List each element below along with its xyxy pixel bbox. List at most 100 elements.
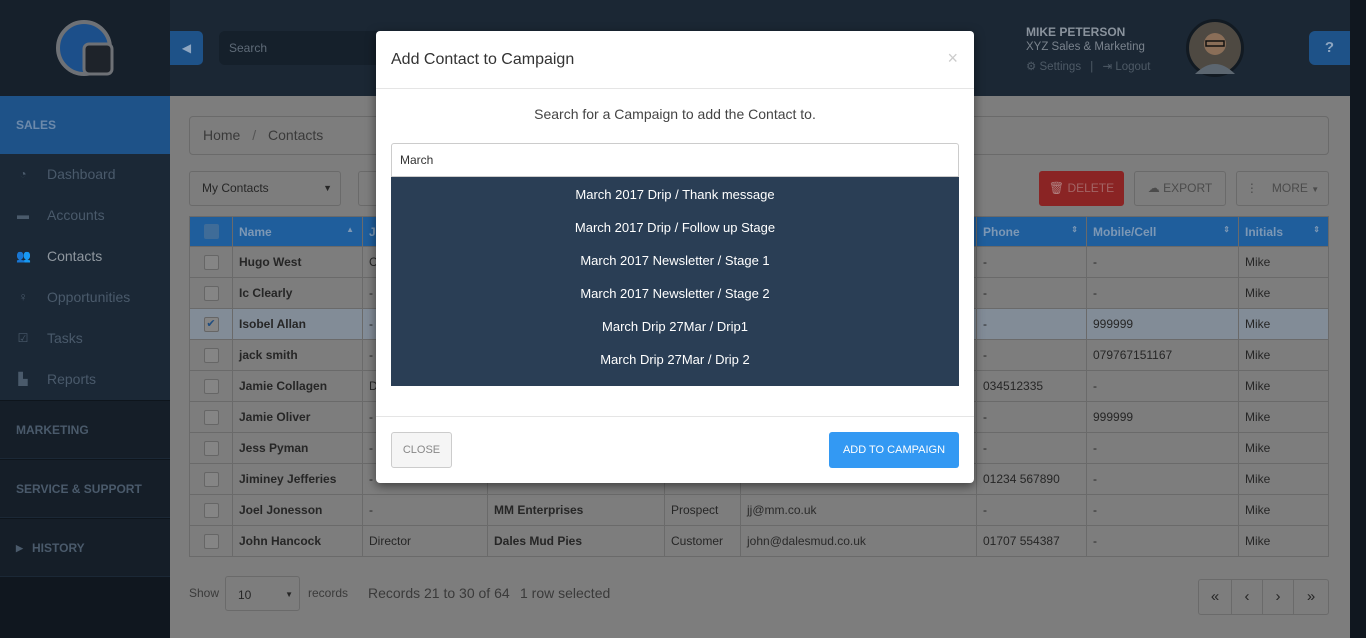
cell-text: Mike bbox=[1245, 379, 1271, 393]
sidebar-item-label: Contacts bbox=[47, 248, 103, 264]
breadcrumb-home[interactable]: Home bbox=[203, 127, 240, 143]
sidebar-item-label: Tasks bbox=[47, 330, 83, 346]
table-row[interactable]: Joel Jonesson - MM Enterprises Prospect jj@m… bbox=[189, 494, 1329, 526]
sidebar-item-accounts[interactable]: ▬ Accounts bbox=[0, 195, 170, 236]
first-page-button[interactable]: « bbox=[1199, 580, 1232, 614]
search-input[interactable]: Search bbox=[219, 31, 389, 65]
sort-icon: ⇕ bbox=[1223, 224, 1230, 234]
row-checkbox[interactable]: ✔ bbox=[203, 316, 219, 332]
select-all-checkbox[interactable] bbox=[189, 216, 233, 247]
column-header[interactable]: Name ▲ bbox=[232, 216, 363, 247]
campaign-option[interactable]: March 2017 Drip / Follow up Stage bbox=[391, 211, 959, 244]
row-checkbox[interactable] bbox=[203, 285, 219, 301]
more-button[interactable]: ⋮ MORE ▼ bbox=[1236, 171, 1329, 206]
sidebar-item-contacts[interactable]: 👥 Contacts bbox=[0, 236, 170, 277]
row-checkbox[interactable] bbox=[203, 440, 219, 456]
records-label: records bbox=[308, 586, 349, 600]
sidebar: SALES ◔ Dashboard ▬ Accounts 👥 Contacts ♀ Oppor… bbox=[0, 0, 170, 638]
selection-count: 1 row selected bbox=[520, 585, 611, 601]
table-row[interactable]: John Hancock Director Dales Mud Pies Custom… bbox=[189, 525, 1329, 557]
reports-icon: ▙ bbox=[18, 372, 28, 386]
campaign-option[interactable]: March 2017 Drip / Thank message bbox=[391, 178, 959, 211]
cell-text: Mike bbox=[1245, 410, 1271, 424]
records-range: Records 21 to 30 of 64 bbox=[368, 585, 510, 601]
cell-text: 01707 554387 bbox=[983, 534, 1060, 548]
email-link[interactable]: john@dalesmud.co.uk bbox=[747, 534, 866, 548]
add-to-campaign-modal: Add Contact to Campaign × Search for a C… bbox=[376, 31, 974, 483]
sidebar-section-sales[interactable]: SALES bbox=[0, 96, 170, 154]
cell-text: 034512335 bbox=[983, 379, 1044, 393]
campaign-option[interactable]: March Drip 27Mar / Drip1 bbox=[391, 310, 959, 343]
sidebar-item-dashboard[interactable]: ◔ Dashboard bbox=[0, 154, 170, 195]
collapse-sidebar-button[interactable]: ◀ bbox=[170, 31, 203, 65]
cell-text: - bbox=[1093, 286, 1097, 300]
campaign-option[interactable]: March Drip 27Mar / Drip 2 bbox=[391, 343, 959, 376]
cell-text: - bbox=[369, 503, 373, 517]
sidebar-section-history[interactable]: ▶ HISTORY bbox=[0, 518, 170, 576]
column-header[interactable]: Initials ⇕ bbox=[1238, 216, 1329, 247]
sidebar-item-opportunities[interactable]: ♀ Opportunities bbox=[0, 277, 170, 318]
sidebar-item-tasks[interactable]: ☑ Tasks bbox=[0, 318, 170, 359]
cell-text: Mike bbox=[1245, 472, 1271, 486]
cell-text: - bbox=[369, 317, 373, 331]
cell-text: - bbox=[983, 317, 987, 331]
cell-text: Isobel Allan bbox=[239, 317, 306, 331]
caret-right-icon: ▶ bbox=[16, 543, 23, 553]
row-checkbox[interactable] bbox=[203, 502, 219, 518]
next-page-button[interactable]: › bbox=[1263, 580, 1294, 614]
row-checkbox[interactable] bbox=[203, 347, 219, 363]
row-checkbox[interactable] bbox=[203, 254, 219, 270]
cell-text: - bbox=[983, 348, 987, 362]
cell-text: - bbox=[1093, 379, 1097, 393]
sort-icon: ⇕ bbox=[1313, 224, 1320, 234]
campaign-option[interactable]: March 2017 Newsletter / Stage 1 bbox=[391, 244, 959, 277]
caret-down-icon: ▼ bbox=[323, 183, 332, 193]
close-icon[interactable]: × bbox=[947, 48, 958, 69]
add-to-campaign-button[interactable]: ADD TO CAMPAIGN bbox=[829, 432, 959, 468]
cell-text: MM Enterprises bbox=[494, 503, 584, 517]
sidebar-item-reports[interactable]: ▙ Reports bbox=[0, 359, 170, 400]
cell-text: 01234 567890 bbox=[983, 472, 1060, 486]
cell-text: Prospect bbox=[671, 503, 719, 517]
cell-text: - bbox=[983, 441, 987, 455]
close-button[interactable]: CLOSE bbox=[391, 432, 452, 468]
cell-text: - bbox=[1093, 534, 1097, 548]
column-header[interactable]: Mobile/Cell ⇕ bbox=[1086, 216, 1239, 247]
cell-text: Mike bbox=[1245, 503, 1271, 517]
page-size-select[interactable]: 10 ▼ bbox=[225, 576, 300, 611]
export-button[interactable]: ☁ EXPORT bbox=[1134, 171, 1226, 206]
row-checkbox[interactable] bbox=[203, 409, 219, 425]
delete-button[interactable]: 🗑 DELETE bbox=[1039, 171, 1124, 206]
checkbox-icon: ☑ bbox=[17, 331, 29, 345]
show-label: Show bbox=[189, 586, 220, 600]
cell-text: - bbox=[983, 503, 987, 517]
logout-link[interactable]: Logout bbox=[1115, 61, 1150, 73]
column-header[interactable]: Phone ⇕ bbox=[976, 216, 1087, 247]
cell-text: - bbox=[1093, 503, 1097, 517]
row-checkbox[interactable] bbox=[203, 378, 219, 394]
cell-text: - bbox=[369, 472, 373, 486]
users-icon: 👥 bbox=[16, 249, 31, 263]
sort-icon: ⇕ bbox=[1071, 224, 1078, 234]
logo[interactable] bbox=[0, 0, 170, 96]
cell-text: Mike bbox=[1245, 348, 1271, 362]
settings-link[interactable]: Settings bbox=[1040, 61, 1082, 73]
row-checkbox[interactable] bbox=[203, 471, 219, 487]
email-link[interactable]: jj@mm.co.uk bbox=[747, 503, 817, 517]
last-page-button[interactable]: » bbox=[1294, 580, 1328, 614]
row-checkbox[interactable] bbox=[203, 533, 219, 549]
cell-text: Jamie Oliver bbox=[239, 410, 311, 424]
user-company: XYZ Sales & Marketing bbox=[1026, 41, 1145, 53]
history-label: HISTORY bbox=[32, 541, 85, 555]
help-button[interactable]: ? bbox=[1309, 31, 1350, 65]
cell-text: Jess Pyman bbox=[239, 441, 309, 455]
sidebar-section-service[interactable]: SERVICE & SUPPORT bbox=[0, 459, 170, 517]
campaign-option[interactable]: March 2017 Newsletter / Stage 2 bbox=[391, 277, 959, 310]
campaign-search-input[interactable]: March bbox=[391, 143, 959, 177]
cell-text: Director bbox=[369, 534, 412, 548]
sidebar-section-marketing[interactable]: MARKETING bbox=[0, 400, 170, 458]
avatar[interactable] bbox=[1186, 19, 1244, 77]
cell-text: Mike bbox=[1245, 317, 1271, 331]
prev-page-button[interactable]: ‹ bbox=[1232, 580, 1263, 614]
contacts-filter-select[interactable]: My Contacts ▼ bbox=[189, 171, 341, 206]
